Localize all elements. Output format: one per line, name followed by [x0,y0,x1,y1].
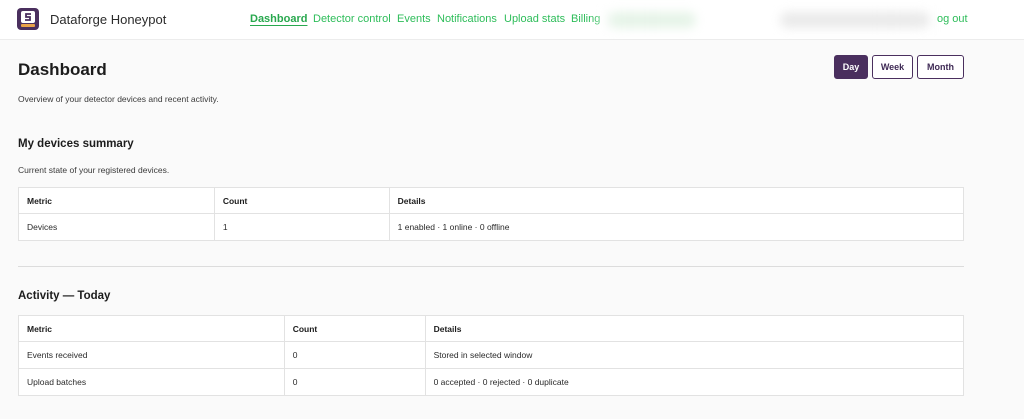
table-row: Devices 1 1 enabled · 1 online · 0 offli… [18,213,965,241]
cell-details: Stored in selected window [424,341,965,369]
nav-events[interactable]: Events [397,13,431,25]
table-header-row: Metric Count Details [18,315,965,342]
cell-count: 1 [213,213,390,241]
column-header-metric: Metric [18,315,285,342]
cell-metric: Upload batches [18,368,285,396]
table-row: Events received 0 Stored in selected win… [18,341,965,369]
top-navigation-bar: Dataforge Honeypot Dashboard Detector co… [0,0,1024,40]
devices-summary-table: Metric Count Details Devices 1 1 enabled… [18,187,965,241]
page-title: Dashboard [18,60,107,79]
column-header-metric: Metric [18,187,215,214]
range-day-button[interactable]: Day [834,55,868,79]
dataforge-logo-icon[interactable] [17,8,39,30]
page-subtitle: Overview of your detector devices and re… [18,94,219,104]
column-header-count: Count [283,315,426,342]
column-header-details: Details [424,315,965,342]
activity-table: Metric Count Details Events received 0 S… [18,315,965,396]
cell-details: 1 enabled · 1 online · 0 offline [388,213,965,241]
activity-title: Activity — Today [18,290,111,302]
section-divider [18,266,964,267]
logout-link[interactable]: og out [937,13,968,25]
redacted-region-tint [608,12,696,28]
devices-summary-description: Current state of your registered devices… [18,165,170,175]
nav-detector-control[interactable]: Detector control [313,13,391,25]
cell-metric: Devices [18,213,215,241]
devices-summary-title: My devices summary [18,138,134,150]
column-header-count: Count [213,187,390,214]
table-header-row: Metric Count Details [18,187,965,214]
cell-count: 0 [283,341,426,369]
brand-name[interactable]: Dataforge Honeypot [50,12,166,27]
column-header-details: Details [388,187,965,214]
nav-upload-stats[interactable]: Upload stats [504,13,565,25]
nav-dashboard[interactable]: Dashboard [250,13,307,25]
redacted-region-tint [780,12,930,28]
cell-count: 0 [283,368,426,396]
range-month-button[interactable]: Month [917,55,964,79]
nav-notifications[interactable]: Notifications [437,13,497,25]
range-week-button[interactable]: Week [872,55,913,79]
cell-details: 0 accepted · 0 rejected · 0 duplicate [424,368,965,396]
cell-metric: Events received [18,341,285,369]
table-row: Upload batches 0 0 accepted · 0 rejected… [18,368,965,396]
